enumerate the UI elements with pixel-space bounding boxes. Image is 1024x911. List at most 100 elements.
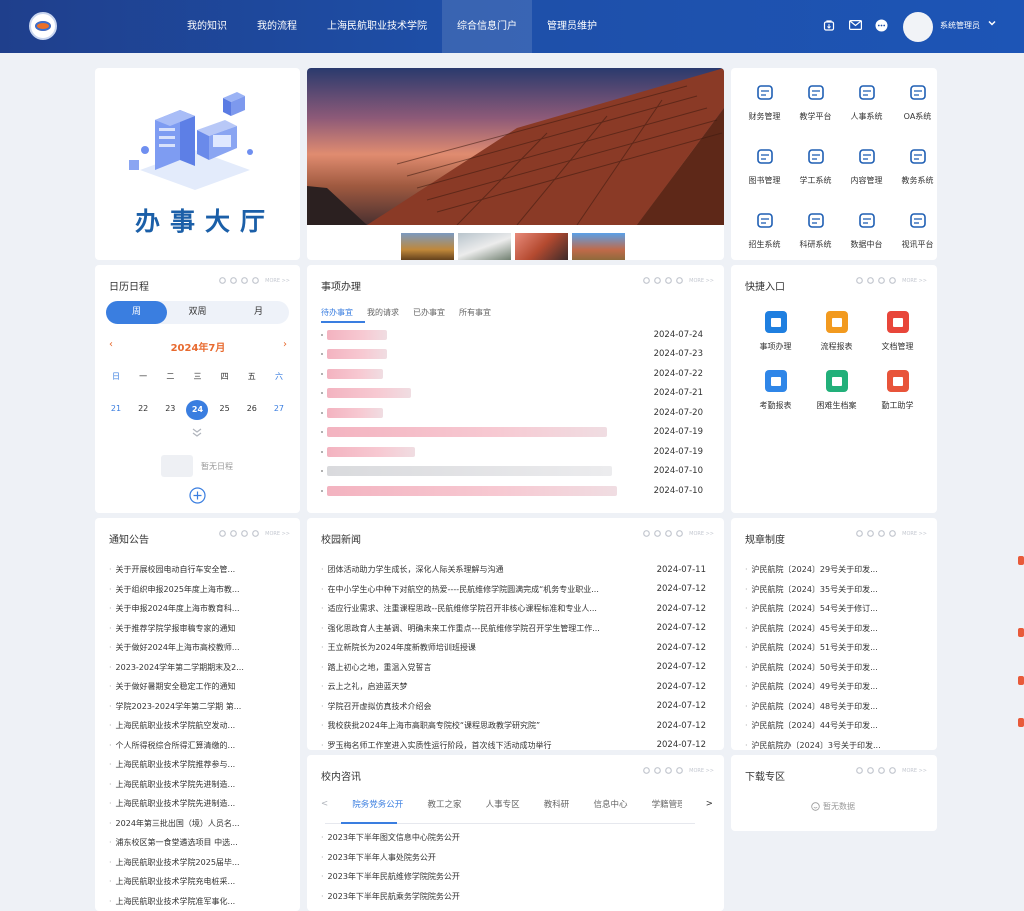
refresh-icon[interactable] [867,530,875,537]
tabs-next-button[interactable]: > [706,799,713,809]
notice-item[interactable]: · 上海民航职业技术学院先进制造... [109,775,289,795]
system-item[interactable]: 科研系统 [790,211,841,260]
system-item[interactable]: 视讯平台 [892,211,937,260]
notice-item[interactable]: · 上海民航职业技术学院先进制造... [109,794,289,814]
share-icon[interactable] [822,18,836,32]
view-week[interactable]: 周 [106,301,167,324]
settings-icon[interactable] [878,277,886,284]
refresh-icon[interactable] [867,277,875,284]
notice-item[interactable]: · 上海民航职业技术学院航空发动... [109,716,289,736]
lock-icon[interactable] [856,530,864,537]
rule-item[interactable]: · 沪民航院办〔2024〕3号关于印发... [745,736,925,751]
tab-todo[interactable]: 待办事宜 [321,307,353,321]
tab-student-records[interactable]: 学籍管理 [652,798,682,810]
banner-thumb[interactable] [458,233,511,260]
affair-row[interactable]: 2024-07-19 [321,423,703,443]
news-item[interactable]: · 我校获批2024年上海市高职高专院校“课程思政教学研究院” 2024-07-12 [321,716,706,736]
news-item[interactable]: · 王立新院长为2024年度新教师培训班授课 2024-07-12 [321,638,706,658]
rule-item[interactable]: · 沪民航院〔2024〕44号关于印发... [745,716,925,736]
affair-row[interactable]: 2024-07-22 [321,364,703,384]
affair-row[interactable]: 2024-07-24 [321,325,703,345]
campus-info-item[interactable]: · 2023年下半年民航乘务学院院务公开 [321,887,711,907]
next-month-button[interactable]: › [283,339,287,354]
calendar-day[interactable]: 23 [159,400,181,420]
more-link[interactable]: MORE >> [265,531,290,537]
affair-row[interactable]: 2024-07-21 [321,384,703,404]
rule-item[interactable]: · 沪民航院〔2024〕45号关于印发... [745,619,925,639]
tabs-prev-button[interactable]: < [321,799,328,809]
calendar-day[interactable]: 24 [186,400,209,420]
close-icon[interactable] [889,767,897,774]
lock-icon[interactable] [856,767,864,774]
notice-item[interactable]: · 上海民航职业技术学院充电桩采... [109,872,289,892]
campus-info-item[interactable]: · 2023年下半年图文信息中心院务公开 [321,828,711,848]
lock-icon[interactable] [219,530,227,537]
notice-item[interactable]: · 2023-2024学年第二学期期末及2... [109,658,289,678]
system-item[interactable]: 内容管理 [841,147,892,197]
chevron-down-icon[interactable] [988,19,996,30]
more-link[interactable]: MORE >> [689,768,714,774]
rule-item[interactable]: · 沪民航院〔2024〕54号关于修订... [745,599,925,619]
refresh-icon[interactable] [230,277,238,284]
notice-item[interactable]: · 学院2023-2024学年第二学期 第... [109,697,289,717]
calendar-day[interactable]: 27 [268,400,290,420]
news-item[interactable]: · 云上之礼，启迪蓝天梦 2024-07-12 [321,677,706,697]
news-item[interactable]: · 在中小学生心中种下对航空的热爱----民航维修学院圆满完成“机务专业职业...… [321,580,706,600]
more-link[interactable]: MORE >> [902,768,927,774]
nav-item-knowledge[interactable]: 我的知识 [172,0,242,53]
settings-icon[interactable] [241,277,249,284]
more-link[interactable]: MORE >> [689,531,714,537]
nav-item-portal[interactable]: 综合信息门户 [442,0,532,53]
rule-item[interactable]: · 沪民航院〔2024〕49号关于印发... [745,677,925,697]
settings-icon[interactable] [878,530,886,537]
banner-thumb[interactable] [572,233,625,260]
banner-thumb[interactable] [401,233,454,260]
close-icon[interactable] [889,277,897,284]
campus-info-item[interactable]: · 2023年下半年人事处院务公开 [321,848,711,868]
news-item[interactable]: · 团体活动助力学生成长，深化人际关系理解与沟通 2024-07-11 [321,560,706,580]
nav-item-college[interactable]: 上海民航职业技术学院 [312,0,442,53]
banner-carousel[interactable] [307,68,724,260]
system-item[interactable]: 数据中台 [841,211,892,260]
close-icon[interactable] [676,767,684,774]
more-link[interactable]: MORE >> [902,278,927,284]
refresh-icon[interactable] [654,277,662,284]
notice-item[interactable]: · 关于开展校园电动自行车安全管... [109,560,289,580]
tab-affairs-public[interactable]: 院务党务公开 [352,798,403,810]
logo-icon[interactable] [29,12,57,40]
settings-icon[interactable] [665,530,673,537]
settings-icon[interactable] [665,767,673,774]
news-item[interactable]: · 罗玉梅名师工作室进入实质性运行阶段，首次线下活动成功举行 2024-07-12 [321,736,706,750]
close-icon[interactable] [252,530,260,537]
system-item[interactable]: 人事系统 [841,83,892,133]
news-item[interactable]: · 强化思政育人主基调、明确未来工作重点---民航维修学院召开学生管理工作... 2… [321,619,706,639]
affair-row[interactable]: 2024-07-19 [321,442,703,462]
mail-icon[interactable] [848,18,862,32]
notice-item[interactable]: · 关于做好暑期安全稳定工作的通知 [109,677,289,697]
nav-item-admin[interactable]: 管理员维护 [532,0,612,53]
close-icon[interactable] [676,277,684,284]
system-item[interactable]: 学工系统 [790,147,841,197]
affair-row[interactable]: 2024-07-10 [321,462,703,482]
notice-item[interactable]: · 上海民航职业技术学院准军事化... [109,892,289,911]
rule-item[interactable]: · 沪民航院〔2024〕50号关于印发... [745,658,925,678]
notice-item[interactable]: · 浦东校区第一食堂遴选项目 中选... [109,833,289,853]
tab-all[interactable]: 所有事宜 [459,307,491,321]
quick-entry-item[interactable]: 流程报表 [806,311,867,352]
quick-entry-item[interactable]: 困难生档案 [806,370,867,411]
settings-icon[interactable] [878,767,886,774]
nav-item-workflow[interactable]: 我的流程 [242,0,312,53]
tab-staff-home[interactable]: 教工之家 [427,798,461,810]
tab-research[interactable]: 教科研 [544,798,570,810]
calendar-day[interactable]: 22 [132,400,154,420]
notice-item[interactable]: · 关于推荐学院学报审稿专家的通知 [109,619,289,639]
calendar-day[interactable]: 21 [105,400,127,420]
system-item[interactable]: 图书管理 [739,147,790,197]
news-item[interactable]: · 踏上初心之地，重温入党誓言 2024-07-12 [321,658,706,678]
affair-row[interactable]: 2024-07-10 [321,481,703,501]
affair-row[interactable]: 2024-07-23 [321,345,703,365]
campus-info-item[interactable]: · 2023年下半年民航维修学院院务公开 [321,867,711,887]
tab-done[interactable]: 已办事宜 [413,307,445,321]
system-item[interactable]: OA系统 [892,83,937,133]
close-icon[interactable] [889,530,897,537]
